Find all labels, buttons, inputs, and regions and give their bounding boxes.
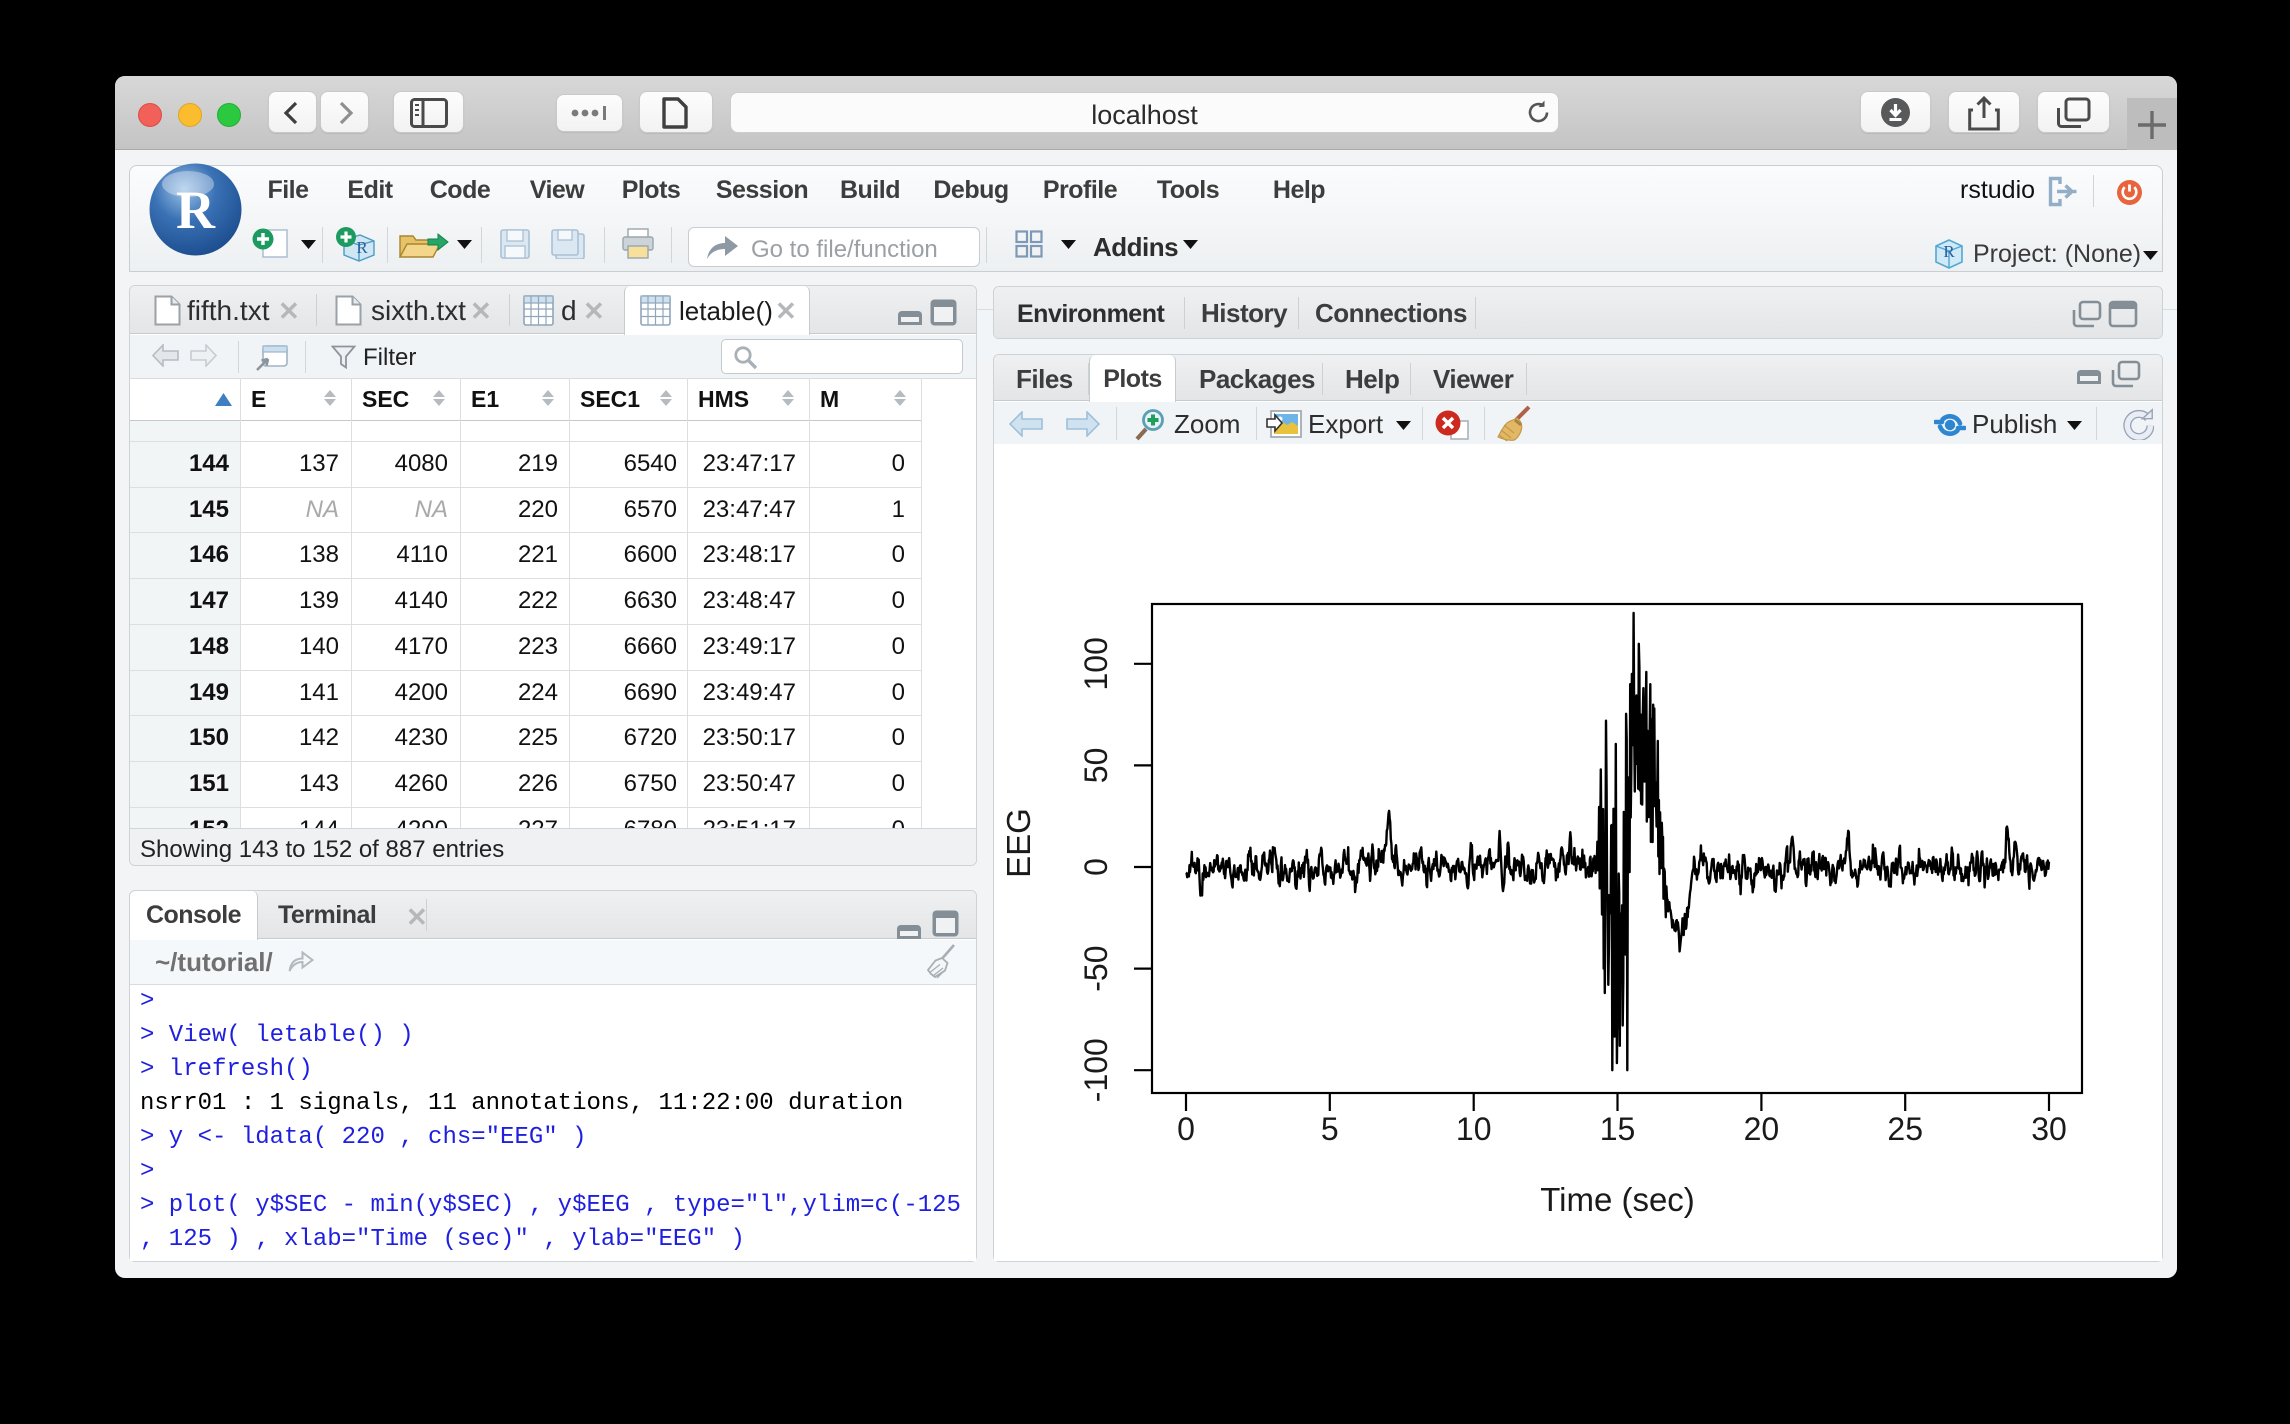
svg-text:R: R (1943, 242, 1955, 261)
svg-text:30: 30 (2031, 1111, 2067, 1147)
svg-text:EEG: EEG (1000, 808, 1037, 878)
svg-text:0: 0 (1177, 1111, 1195, 1147)
svg-text:5: 5 (1321, 1111, 1339, 1147)
svg-text:-50: -50 (1078, 945, 1114, 991)
svg-text:R: R (176, 180, 216, 240)
svg-text:50: 50 (1078, 748, 1114, 784)
svg-text:20: 20 (1744, 1111, 1780, 1147)
svg-text:R: R (356, 238, 368, 257)
svg-text:Time (sec): Time (sec) (1540, 1181, 1695, 1218)
svg-text:25: 25 (1887, 1111, 1923, 1147)
svg-text:-100: -100 (1078, 1038, 1114, 1102)
svg-text:0: 0 (1078, 858, 1114, 876)
svg-text:10: 10 (1456, 1111, 1492, 1147)
svg-text:100: 100 (1078, 637, 1114, 690)
svg-text:15: 15 (1600, 1111, 1636, 1147)
